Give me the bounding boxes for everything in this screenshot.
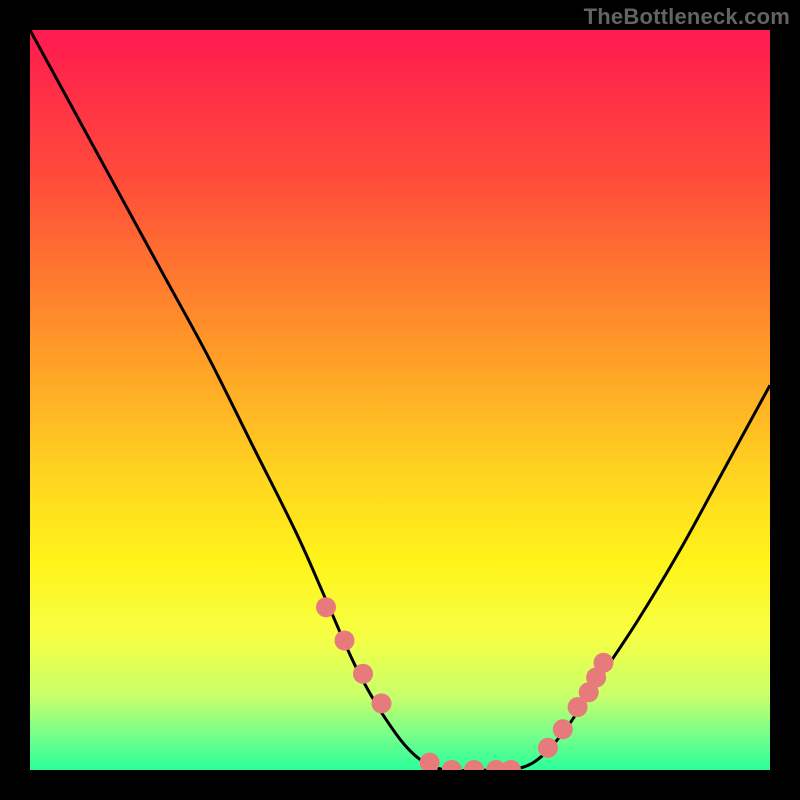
marker-point	[553, 719, 573, 739]
watermark-text: TheBottleneck.com	[584, 4, 790, 30]
marker-point	[335, 631, 355, 651]
marker-point	[316, 597, 336, 617]
marker-point	[372, 693, 392, 713]
marker-point	[538, 738, 558, 758]
marker-point	[353, 664, 373, 684]
bottleneck-chart	[30, 30, 770, 770]
marker-point	[594, 653, 614, 673]
plot-area	[30, 30, 770, 770]
gradient-background	[30, 30, 770, 770]
chart-container: TheBottleneck.com	[0, 0, 800, 800]
